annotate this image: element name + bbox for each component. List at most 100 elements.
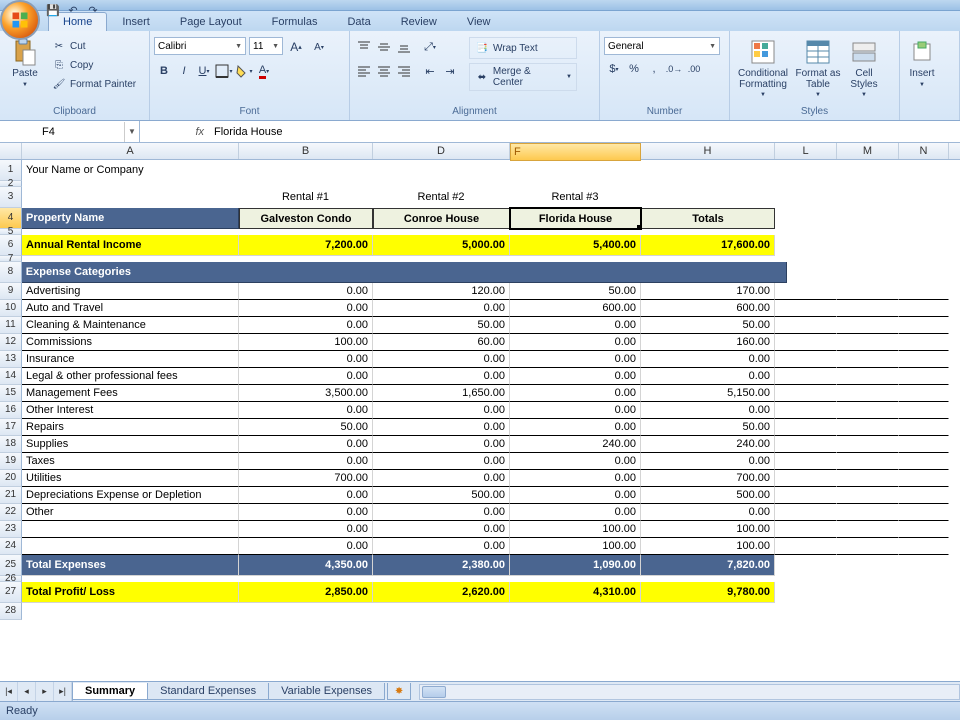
formula-input[interactable]: Florida House [210,126,960,138]
brush-icon: 🖌 [51,76,67,92]
number-format-select[interactable]: General▼ [604,37,720,55]
prev-sheet-button[interactable]: ◂ [18,682,36,701]
copy-icon: ⎘ [51,57,67,73]
fx-icon[interactable]: fx [140,126,210,138]
font-size-select[interactable]: 11▼ [249,37,283,55]
italic-button[interactable]: I [174,61,194,81]
worksheet-grid[interactable]: A B D F H L M N 1Your Name or Company 2 … [0,143,960,620]
cond-fmt-icon [748,37,778,67]
table-row[interactable]: 18Supplies0.000.00240.00240.00 [0,436,960,453]
paste-icon [10,37,40,67]
table-row[interactable]: 14Legal & other professional fees0.000.0… [0,368,960,385]
cut-icon: ✂ [51,38,67,54]
group-font-label: Font [154,105,345,120]
insert-cells-button[interactable]: Insert▼ [904,33,940,88]
percent-button[interactable]: % [624,59,644,79]
tab-view[interactable]: View [452,12,506,31]
tab-insert[interactable]: Insert [107,12,165,31]
cut-button[interactable]: ✂Cut [49,37,138,55]
table-row[interactable]: 11Cleaning & Maintenance0.0050.000.0050.… [0,317,960,334]
quick-access-toolbar: 💾 ↶ ↷ [45,1,101,19]
comma-button[interactable]: , [644,59,664,79]
align-left-button[interactable] [354,61,374,81]
selected-cell[interactable]: Florida House [510,208,641,229]
last-sheet-button[interactable]: ▸| [54,682,72,701]
tab-formulas[interactable]: Formulas [257,12,333,31]
table-row[interactable]: 230.000.00100.00100.00 [0,521,960,538]
orientation-button[interactable]: ⤢▾ [420,37,440,57]
format-painter-button[interactable]: 🖌Format Painter [49,75,138,93]
name-box[interactable]: F4▼ [0,121,140,142]
next-sheet-button[interactable]: ▸ [36,682,54,701]
cell-styles-button[interactable]: Cell Styles▼ [844,33,884,98]
table-row[interactable]: 10Auto and Travel0.000.00600.00600.00 [0,300,960,317]
align-right-button[interactable] [394,61,414,81]
paste-button[interactable]: Paste ▼ [4,33,46,88]
status-bar: Ready [0,701,960,720]
table-row[interactable]: 13Insurance0.000.000.000.00 [0,351,960,368]
sheet-tab-standard[interactable]: Standard Expenses [147,683,269,700]
cell-a1[interactable]: Your Name or Company [22,160,239,181]
tab-data[interactable]: Data [332,12,385,31]
align-top-button[interactable] [354,37,374,57]
formula-bar: F4▼ fx Florida House [0,121,960,143]
table-row[interactable]: 16Other Interest0.000.000.000.00 [0,402,960,419]
redo-icon[interactable]: ↷ [85,2,101,18]
status-text: Ready [6,705,38,717]
underline-button[interactable]: U▾ [194,61,214,81]
select-all-corner[interactable] [0,143,22,159]
merge-icon: ⬌ [474,69,490,85]
conditional-formatting-button[interactable]: Conditional Formatting▼ [734,33,792,98]
save-icon[interactable]: 💾 [45,2,61,18]
group-styles-label: Styles [734,105,895,120]
format-table-button[interactable]: Format as Table▼ [795,33,841,98]
font-name-select[interactable]: Calibri▼ [154,37,246,55]
ribbon: Paste ▼ ✂Cut ⎘Copy 🖌Format Painter Clipb… [0,31,960,121]
table-row[interactable]: 20Utilities700.000.000.00700.00 [0,470,960,487]
border-button[interactable]: ▾ [214,61,234,81]
cell-styles-icon [849,37,879,67]
copy-button[interactable]: ⎘Copy [49,56,138,74]
wrap-text-button[interactable]: 📑Wrap Text [469,37,577,59]
decrease-decimal-button[interactable]: .00 [684,59,704,79]
table-icon [803,37,833,67]
merge-center-button[interactable]: ⬌Merge & Center▼ [469,63,577,91]
table-row[interactable]: 12Commissions100.0060.000.00160.00 [0,334,960,351]
increase-indent-button[interactable]: ⇥ [440,61,460,81]
group-number-label: Number [604,105,725,120]
align-bottom-button[interactable] [394,37,414,57]
sheet-tab-variable[interactable]: Variable Expenses [268,683,385,700]
first-sheet-button[interactable]: |◂ [0,682,18,701]
currency-button[interactable]: $▾ [604,59,624,79]
table-row[interactable]: 21Depreciations Expense or Depletion0.00… [0,487,960,504]
wrap-icon: 📑 [474,40,490,56]
font-color-button[interactable]: A▾ [254,61,274,81]
insert-icon [907,37,937,67]
align-center-button[interactable] [374,61,394,81]
column-headers[interactable]: A B D F H L M N [0,143,960,160]
table-row[interactable]: 9Advertising0.00120.0050.00170.00 [0,283,960,300]
sheet-tab-summary[interactable]: Summary [72,683,148,700]
shrink-font-button[interactable]: A▾ [309,37,329,57]
paste-label: Paste [12,69,38,80]
grow-font-button[interactable]: A▴ [286,37,306,57]
table-row[interactable]: 22Other0.000.000.000.00 [0,504,960,521]
decrease-indent-button[interactable]: ⇤ [420,61,440,81]
title-bar [0,0,960,11]
undo-icon[interactable]: ↶ [65,2,81,18]
table-row[interactable]: 17Repairs50.000.000.0050.00 [0,419,960,436]
new-sheet-button[interactable]: ✸ [387,683,411,700]
table-row[interactable]: 19Taxes0.000.000.000.00 [0,453,960,470]
office-button[interactable] [0,0,40,40]
group-alignment-label: Alignment [354,105,595,120]
table-row[interactable]: 240.000.00100.00100.00 [0,538,960,555]
tab-review[interactable]: Review [386,12,452,31]
align-middle-button[interactable] [374,37,394,57]
table-row[interactable]: 15Management Fees3,500.001,650.000.005,1… [0,385,960,402]
increase-decimal-button[interactable]: .0→ [664,59,684,79]
tab-page-layout[interactable]: Page Layout [165,12,257,31]
fill-color-button[interactable]: ▾ [234,61,254,81]
ribbon-tabs: Home Insert Page Layout Formulas Data Re… [0,11,960,31]
horizontal-scrollbar[interactable] [419,684,960,700]
bold-button[interactable]: B [154,61,174,81]
